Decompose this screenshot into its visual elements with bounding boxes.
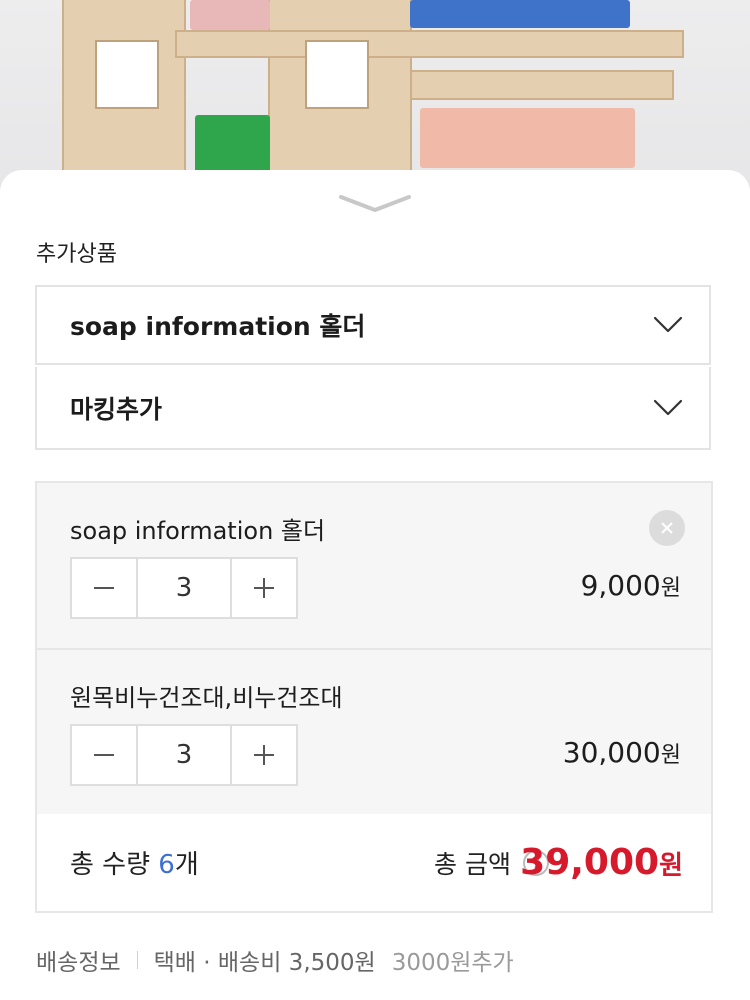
total-price-value: 39,000 — [520, 842, 660, 883]
total-price-unit: 원 — [659, 851, 683, 881]
order-totals: 총 수량 6개 총 금액 ? 39,000원 — [37, 814, 711, 911]
price-value: 9,000 — [580, 569, 661, 602]
total-quantity-unit: 개 — [174, 850, 199, 880]
minus-icon — [94, 754, 114, 756]
close-icon — [661, 522, 673, 534]
option-select-holder[interactable]: soap information 홀더 — [35, 285, 711, 365]
cart-item-price: 30,000원 — [563, 736, 681, 769]
plus-icon — [254, 745, 274, 765]
cart-item-price: 9,000원 — [581, 569, 681, 602]
total-amount-label: 총 금액 — [434, 849, 511, 879]
option-select-label: 마킹추가 — [70, 394, 163, 424]
decrease-button[interactable] — [72, 559, 136, 617]
plus-icon — [254, 578, 274, 598]
chevron-down-icon — [653, 399, 683, 415]
decrease-button[interactable] — [72, 726, 136, 784]
cart-item: soap information 홀더 3 9,000원 — [37, 483, 711, 650]
price-unit: 원 — [660, 576, 681, 601]
selected-items: soap information 홀더 3 9,000원 원목비누건조대,비누건… — [35, 481, 713, 913]
cart-item-name: soap information 홀더 — [70, 517, 326, 545]
quantity-value[interactable]: 3 — [136, 726, 232, 784]
quantity-stepper: 3 — [70, 557, 298, 619]
minus-icon — [94, 587, 114, 589]
increase-button[interactable] — [232, 559, 296, 617]
price-value: 30,000 — [562, 736, 661, 769]
cart-item: 원목비누건조대,비누건조대 3 30,000원 — [37, 650, 711, 817]
cart-item-name: 원목비누건조대,비누건조대 — [70, 684, 343, 712]
quantity-stepper: 3 — [70, 724, 298, 786]
sheet-collapse-handle[interactable] — [339, 192, 411, 214]
section-title: 추가상품 — [36, 242, 117, 267]
total-quantity-count: 6 — [158, 850, 175, 880]
price-unit: 원 — [660, 743, 681, 768]
increase-button[interactable] — [232, 726, 296, 784]
option-select-label: soap information 홀더 — [70, 312, 366, 341]
total-quantity: 총 수량 6개 — [70, 844, 199, 881]
divider — [136, 951, 138, 969]
chevron-down-icon — [339, 195, 411, 212]
total-price: 39,000원 — [520, 842, 683, 883]
shipping-extra: 3000원추가 — [391, 950, 514, 976]
remove-item-button[interactable] — [649, 510, 685, 546]
shipping-method: 택배 · 배송비 3,500원 — [153, 950, 376, 976]
chevron-down-icon — [653, 316, 683, 333]
quantity-value[interactable]: 3 — [136, 559, 232, 617]
shipping-label: 배송정보 — [36, 950, 121, 976]
total-quantity-label: 총 수량 — [70, 850, 159, 880]
option-select-marking[interactable]: 마킹추가 — [35, 367, 711, 450]
option-sheet: 추가상품 soap information 홀더 마킹추가 soap infor… — [0, 170, 750, 1000]
shipping-info: 배송정보 택배 · 배송비 3,500원 3000원추가 — [36, 943, 514, 977]
